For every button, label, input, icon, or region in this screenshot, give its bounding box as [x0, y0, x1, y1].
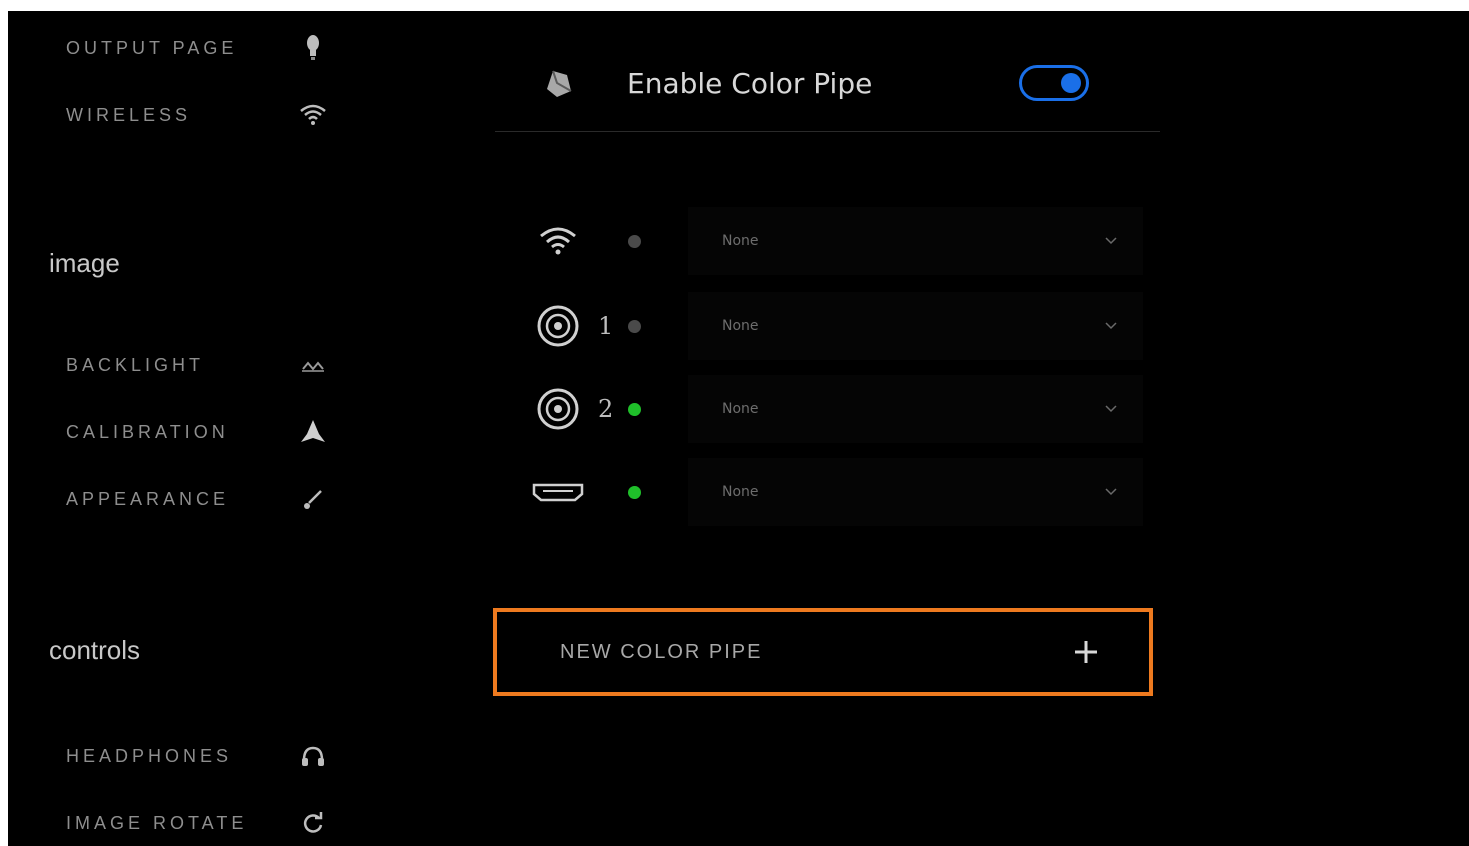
color-pipe-icon — [539, 63, 579, 103]
wifi-icon — [528, 207, 588, 275]
backlight-icon — [298, 350, 328, 380]
color-pipe-select[interactable]: None — [688, 207, 1143, 275]
input-row-sdi-1: 1 None — [528, 292, 1148, 360]
chevron-down-icon — [1105, 488, 1117, 496]
input-number: 2 — [598, 395, 614, 423]
sidebar-item-label: IMAGE ROTATE — [66, 812, 248, 833]
chevron-down-icon — [1105, 405, 1117, 413]
input-number: 1 — [598, 312, 614, 340]
color-pipe-select[interactable]: None — [688, 375, 1143, 443]
sidebar-item-calibration[interactable]: CALIBRATION — [66, 412, 356, 452]
new-color-pipe-label: NEW COLOR PIPE — [560, 641, 763, 663]
new-color-pipe-button[interactable]: NEW COLOR PIPE — [493, 608, 1153, 696]
lightbulb-icon — [298, 33, 328, 63]
chevron-down-icon — [1105, 322, 1117, 330]
screen: OUTPUT PAGE WIRELESS image BACKLIGHT CAL… — [8, 11, 1469, 846]
chevron-down-icon — [1105, 237, 1117, 245]
enable-color-pipe-toggle[interactable] — [1019, 65, 1089, 101]
sidebar-item-headphones[interactable]: HEADPHONES — [66, 736, 356, 776]
sidebar-item-image-rotate[interactable]: IMAGE ROTATE — [66, 803, 356, 843]
sidebar-item-label: CALIBRATION — [66, 421, 229, 442]
sdi-connector-icon — [528, 292, 588, 360]
select-value: None — [722, 318, 759, 334]
sidebar-item-appearance[interactable]: APPEARANCE — [66, 479, 356, 519]
sidebar-item-backlight[interactable]: BACKLIGHT — [66, 345, 356, 385]
color-pipe-select[interactable]: None — [688, 458, 1143, 526]
section-title-image: image — [49, 248, 120, 278]
sidebar-item-label: OUTPUT PAGE — [66, 37, 238, 58]
select-value: None — [722, 401, 759, 417]
input-row-sdi-2: 2 None — [528, 375, 1148, 443]
calibration-icon — [298, 417, 328, 447]
sidebar-item-label: WIRELESS — [66, 104, 192, 125]
sidebar-item-label: APPEARANCE — [66, 488, 230, 509]
headphones-icon — [298, 741, 328, 771]
section-title-controls: controls — [49, 635, 141, 665]
enable-color-pipe-row: Enable Color Pipe — [495, 45, 1160, 132]
select-value: None — [722, 484, 759, 500]
sidebar: OUTPUT PAGE WIRELESS image BACKLIGHT CAL… — [8, 11, 388, 846]
color-pipe-select[interactable]: None — [688, 292, 1143, 360]
select-value: None — [722, 233, 759, 249]
enable-color-pipe-label: Enable Color Pipe — [627, 67, 873, 100]
plus-icon — [1075, 641, 1097, 663]
status-dot — [628, 235, 641, 248]
input-row-wireless: None — [528, 207, 1148, 275]
sdi-connector-icon — [528, 375, 588, 443]
input-row-hdmi: None — [528, 458, 1148, 526]
toggle-knob — [1061, 73, 1081, 93]
wifi-icon — [298, 100, 328, 130]
sidebar-item-output-page[interactable]: OUTPUT PAGE — [66, 28, 356, 68]
brush-icon — [298, 484, 328, 514]
rotate-icon — [298, 808, 328, 838]
status-dot — [628, 403, 641, 416]
sidebar-item-label: HEADPHONES — [66, 745, 233, 766]
sidebar-item-label: BACKLIGHT — [66, 354, 205, 375]
status-dot — [628, 486, 641, 499]
hdmi-icon — [528, 458, 588, 526]
status-dot — [628, 320, 641, 333]
sidebar-item-wireless[interactable]: WIRELESS — [66, 95, 356, 135]
